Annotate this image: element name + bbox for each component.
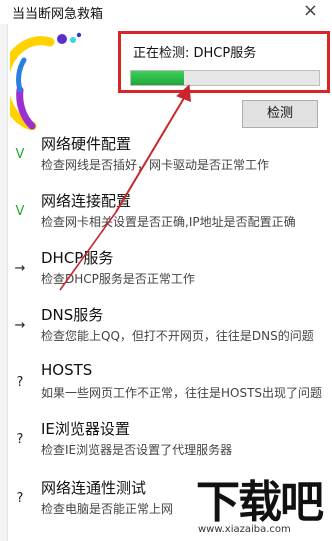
status-text: 正在检测: DHCP服务 [133,46,257,61]
status-mark-icon: ? [16,491,24,506]
watermark-text: 下载吧 [196,477,324,528]
progress-bar [130,70,320,86]
status-mark-icon: ? [16,375,24,390]
check-item-description: 检查您能上QQ，但打不开网页，往往是DNS的问题 [41,329,314,343]
progress-fill [131,71,184,85]
check-item: → DNS服务检查您能上QQ，但打不开网页，往往是DNS的问题 [0,304,332,350]
title-bar: 当当断网急救箱 × [0,0,332,24]
check-item-label: 网络连接配置 [41,192,132,210]
check-item-description: 检查DHCP服务是否正常工作 [41,272,195,286]
check-item-description: 检查网卡相关设置是否正确,IP地址是否配置正确 [41,215,296,229]
status-mark-icon: ? [16,432,24,447]
close-icon[interactable]: × [303,0,318,21]
check-item-description: 如果一些网页工作不正常，往往是HOSTS出现了问题 [41,386,323,400]
status-mark-icon: V [15,147,25,162]
window-title: 当当断网急救箱 [12,7,104,22]
check-item-label: 网络连通性测试 [41,479,147,497]
check-item-label: DHCP服务 [41,249,114,267]
check-item-label: HOSTS [41,361,93,379]
check-item-description: 检查电脑是否能正常上网 [41,502,174,516]
check-item: ? IE浏览器设置检查IE浏览器是否设置了代理服务器 [0,418,332,464]
check-item: ? HOSTS 如果一些网页工作不正常，往往是HOSTS出现了问题 [0,361,332,407]
watermark-url: www.xiazaiba.com [198,524,291,535]
check-item: → DHCP服务检查DHCP服务是否正常工作 [0,247,332,293]
check-item-description: 检查网线是否插好，网卡驱动是否正常工作 [41,158,270,172]
check-item: V 网络连接配置检查网卡相关设置是否正确,IP地址是否配置正确 [0,190,332,236]
check-item: V 网络硬件配置检查网线是否插好，网卡驱动是否正常工作 [0,133,332,179]
check-item-description: 检查IE浏览器是否设置了代理服务器 [41,443,233,457]
detect-button[interactable]: 检测 [242,100,318,128]
detection-status-panel: 正在检测: DHCP服务 [118,31,330,93]
status-mark-icon: V [15,204,25,219]
watermark: 下载吧 www.xiazaiba.com [196,480,326,538]
app-logo-icon [10,32,82,130]
status-mark-icon: → [14,261,26,276]
check-item-label: IE浏览器设置 [41,420,130,438]
check-item-label: 网络硬件配置 [41,135,132,153]
check-item-label: DNS服务 [41,306,104,324]
status-mark-icon: → [14,318,26,333]
